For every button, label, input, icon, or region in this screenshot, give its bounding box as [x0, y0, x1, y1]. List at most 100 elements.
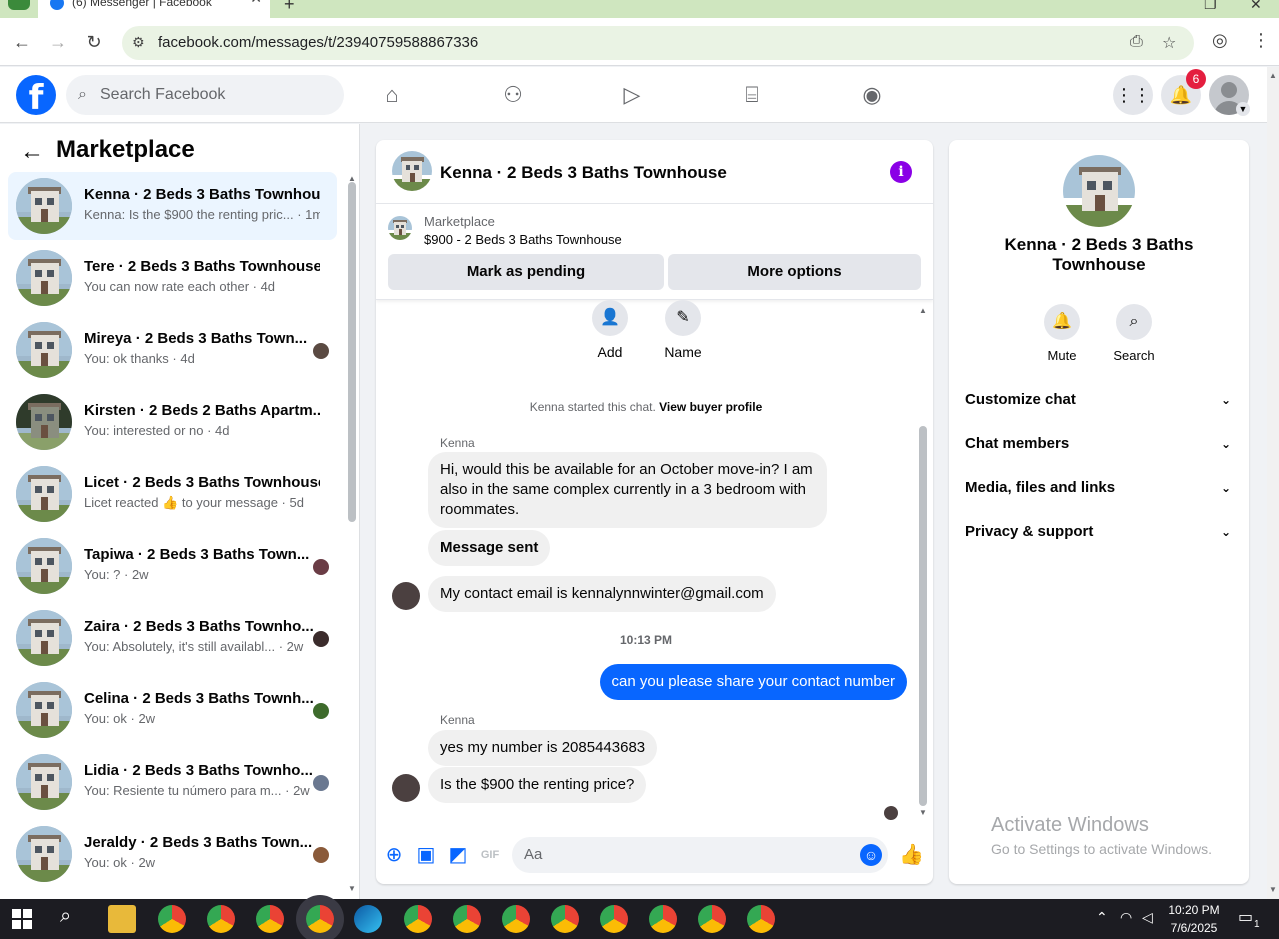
edge-icon[interactable]	[354, 905, 382, 933]
conversation-list-scroll-thumb[interactable]	[348, 182, 356, 522]
marketplace-icon[interactable]: ⌸	[738, 81, 766, 109]
mute-action[interactable]: 🔔 Mute	[1032, 304, 1092, 363]
home-icon[interactable]: ⌂	[378, 81, 406, 109]
network-icon[interactable]: ◠	[1120, 909, 1132, 926]
bookmark-star-icon[interactable]: ☆	[1162, 33, 1176, 53]
scroll-down-icon[interactable]: ▼	[1269, 885, 1277, 894]
conversation-item-kirsten[interactable]: Kirsten · 2 Beds 2 Baths Apartm... You: …	[8, 388, 337, 456]
conversation-item-zaira[interactable]: Zaira · 2 Beds 3 Baths Townho... You: Ab…	[8, 604, 337, 672]
listing-title[interactable]: $900 - 2 Beds 3 Baths Townhouse	[424, 232, 622, 247]
message-bubble[interactable]: Hi, would this be available for an Octob…	[428, 452, 827, 528]
chrome-profile-icon[interactable]	[256, 905, 284, 933]
chat-members-row[interactable]: Chat members ⌄	[965, 430, 1235, 458]
conversation-item-mireya[interactable]: Mireya · 2 Beds 3 Baths Town... You: ok …	[8, 316, 337, 384]
notification-center-icon[interactable]: ▭	[1238, 907, 1253, 927]
chat-scroll-thumb[interactable]	[919, 426, 927, 806]
conversation-item-lidia[interactable]: Lidia · 2 Beds 3 Baths Townho... You: Re…	[8, 748, 337, 816]
chrome-profile-icon[interactable]	[600, 905, 628, 933]
url-text[interactable]: facebook.com/messages/t/2394075958886733…	[158, 34, 478, 51]
info-icon[interactable]: i	[890, 161, 912, 183]
view-buyer-profile-link[interactable]: View buyer profile	[659, 400, 762, 414]
chat-avatar[interactable]	[392, 151, 432, 191]
chrome-profile-icon[interactable]	[747, 905, 775, 933]
photo-icon[interactable]: ▣	[415, 844, 437, 866]
chrome-profile-icon[interactable]	[207, 905, 235, 933]
clock-time[interactable]: 10:20 PM	[1164, 903, 1224, 917]
thumbs-up-icon[interactable]: 👍	[899, 844, 924, 866]
listing-avatar-large[interactable]	[1063, 155, 1135, 227]
chrome-profile-icon[interactable]	[551, 905, 579, 933]
message-bubble[interactable]: Is the $900 the renting price?	[428, 767, 647, 803]
forward-icon[interactable]: →	[44, 28, 72, 56]
chrome-icon[interactable]	[158, 905, 186, 933]
gif-icon[interactable]: GIF	[479, 844, 501, 866]
scroll-down-icon[interactable]: ▼	[919, 808, 927, 817]
clock-date[interactable]: 7/6/2025	[1164, 921, 1224, 935]
profile-icon[interactable]: ◎	[1212, 30, 1228, 51]
search-icon[interactable]: ⌕	[60, 905, 71, 928]
friends-icon[interactable]: ⚇	[499, 81, 527, 109]
install-app-icon[interactable]: ⎙	[1130, 33, 1143, 51]
scroll-up-icon[interactable]: ▲	[1269, 71, 1277, 80]
search-action[interactable]: ⌕ Search	[1104, 304, 1164, 363]
menu-grid-icon[interactable]: ⋮⋮	[1113, 75, 1153, 115]
video-icon[interactable]: ▷	[618, 81, 646, 109]
listing-thumbnail[interactable]	[388, 216, 412, 240]
sender-avatar[interactable]	[392, 582, 420, 610]
name-action[interactable]: ✎ Name	[653, 300, 713, 360]
chrome-profile-icon[interactable]	[502, 905, 530, 933]
conversation-snippet: You: interested or no · 4d	[84, 423, 230, 438]
plus-circle-icon[interactable]: ⊕	[383, 844, 405, 866]
privacy-support-row[interactable]: Privacy & support ⌄	[965, 518, 1235, 546]
volume-icon[interactable]: ◁	[1142, 909, 1153, 926]
conversation-item-celina[interactable]: Celina · 2 Beds 3 Baths Townh... You: ok…	[8, 676, 337, 744]
browser-tab[interactable]: (6) Messenger | Facebook ✕	[38, 0, 270, 18]
listing-avatar	[16, 610, 72, 666]
file-explorer-icon[interactable]	[108, 905, 136, 933]
add-action[interactable]: 👤 Add	[580, 300, 640, 360]
conversation-item-jeraldy[interactable]: Jeraldy · 2 Beds 3 Baths Town... You: ok…	[8, 820, 337, 888]
sender-avatar[interactable]	[392, 774, 420, 802]
facebook-logo-icon[interactable]: f	[16, 75, 56, 118]
search-facebook-input[interactable]: ⌕ Search Facebook	[66, 75, 344, 115]
scroll-up-icon[interactable]: ▲	[919, 306, 927, 315]
conversation-item-licet[interactable]: Licet · 2 Beds 3 Baths Townhouse Licet r…	[8, 460, 337, 528]
sticker-icon[interactable]: ◩	[447, 844, 469, 866]
message-bubble[interactable]: yes my number is 2085443683	[428, 730, 658, 766]
chrome-profile-active-icon[interactable]	[306, 905, 334, 933]
media-files-links-row[interactable]: Media, files and links ⌄	[965, 474, 1235, 502]
chat-title[interactable]: Kenna · 2 Beds 3 Baths Townhouse	[440, 163, 727, 183]
site-info-icon[interactable]: ⚙	[132, 34, 145, 51]
new-tab-icon[interactable]: +	[284, 0, 295, 15]
scroll-down-icon[interactable]: ▼	[348, 884, 356, 893]
message-bubble[interactable]: Message sent	[428, 530, 551, 566]
chrome-profile-icon[interactable]	[649, 905, 677, 933]
message-thread: 👤 Add ✎ Name Kenna started this chat. Vi…	[376, 300, 933, 820]
show-hidden-icons-icon[interactable]: ⌃	[1096, 909, 1108, 926]
back-arrow-icon[interactable]: ←	[20, 138, 44, 166]
customize-chat-row[interactable]: Customize chat ⌄	[965, 386, 1235, 414]
message-input[interactable]: Aa ☺	[512, 837, 888, 873]
conversation-item-tapiwa[interactable]: Tapiwa · 2 Beds 3 Baths Town... You: ? ·…	[8, 532, 337, 600]
close-window-icon[interactable]: ✕	[1250, 0, 1262, 13]
chrome-profile-icon[interactable]	[404, 905, 432, 933]
chevron-down-icon[interactable]: ▼	[1236, 102, 1250, 116]
windows-start-icon[interactable]	[12, 909, 32, 929]
address-bar[interactable]: ⚙ facebook.com/messages/t/23940759588867…	[122, 26, 1194, 60]
more-options-button[interactable]: More options	[668, 254, 921, 290]
browser-menu-icon[interactable]: ⋮	[1252, 30, 1270, 51]
my-message-bubble[interactable]: can you please share your contact number	[599, 664, 907, 700]
emoji-icon[interactable]: ☺	[860, 844, 882, 866]
tab-search-button[interactable]	[8, 0, 30, 10]
reload-icon[interactable]: ↻	[80, 28, 108, 56]
groups-icon[interactable]: ◉	[858, 81, 886, 109]
mark-as-pending-button[interactable]: Mark as pending	[388, 254, 664, 290]
restore-window-icon[interactable]: ❐	[1204, 0, 1217, 13]
message-bubble[interactable]: My contact email is kennalynnwinter@gmai…	[428, 576, 776, 612]
chrome-profile-icon[interactable]	[453, 905, 481, 933]
back-icon[interactable]: ←	[8, 28, 36, 56]
conversation-item-kenna[interactable]: Kenna · 2 Beds 3 Baths Townhou... Kenna:…	[8, 172, 337, 240]
chrome-profile-icon[interactable]	[698, 905, 726, 933]
conversation-item-tere[interactable]: Tere · 2 Beds 3 Baths Townhouse You can …	[8, 244, 337, 312]
page-scrollbar[interactable]: ▲ ▼	[1267, 67, 1279, 899]
